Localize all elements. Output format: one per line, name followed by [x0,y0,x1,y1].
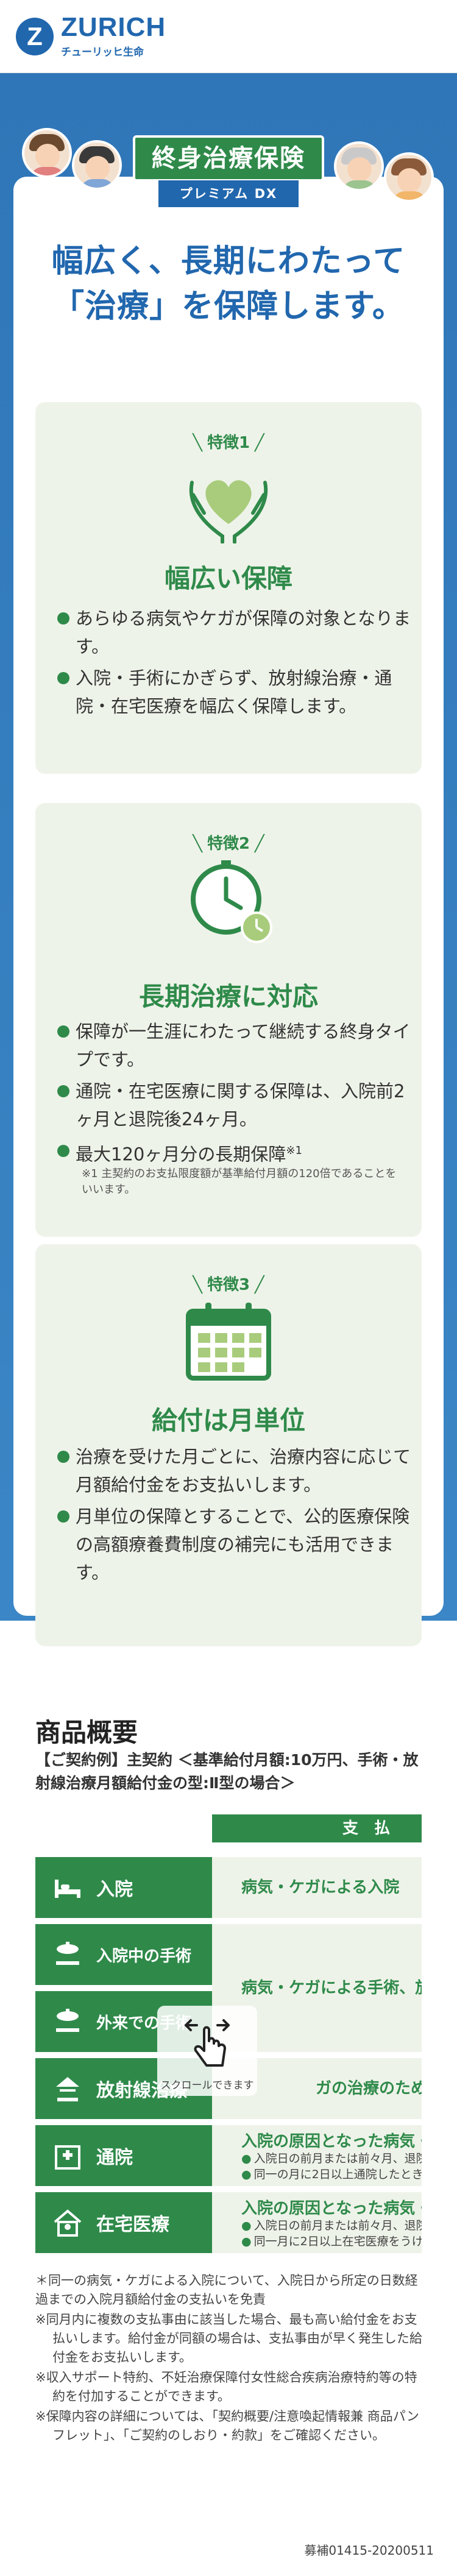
feature-label: ╲ 特徴1 ╱ [193,434,264,452]
cell-sub: 同一月に2日以上在宅医療をうけたと [241,2234,422,2249]
avatar-icon [22,128,72,178]
feature-title: 給付は月単位 [151,1406,305,1435]
table-cell: 入院の原因となった病気・ 入院日の前月または前々月、退院日 同一の月に2日以上通… [212,2125,422,2186]
footnote-mark: ※1 [286,1144,302,1157]
calendar-icon [186,1303,271,1381]
table-cell: 病気・ケガによる入院 [212,1857,422,1918]
feature-title: 長期治療に対応 [138,982,318,1011]
feature-label: ╲ 特徴3 ╱ [193,1276,264,1294]
bullet-item: 最大120ヶ月分の長期保障※1 [54,1137,413,1169]
table-row-outpatient: 通院 [35,2125,230,2186]
cell-sub: 同一の月に2日以上通院したとき [241,2167,422,2182]
row-label: 通院 [96,2147,133,2168]
footnote: ※収入サポート特約、不妊治療保障付女性総合疾病治療特約等の特約を付加することがで… [35,2370,417,2404]
footnotes: ＊同一の病気・ケガによる入院について、入院日から所定の日数経過までの入院月額給付… [35,2271,425,2446]
table-cell: 入院の原因となった病気・ 入院日の前月または前々月、退院日 同一月に2日以上在宅… [212,2192,422,2253]
feature-bullets: あらゆる病気やケガが保障の対象となります。 入院・手術にかぎらず、放射線治療・通… [54,604,413,724]
page: Z ZURICH チューリッヒ生命 終身治療保険 プレミアム DX 幅広く、長期… [0,0,457,2576]
cell-sub: 入院日の前月または前々月、退院日 [241,2151,422,2167]
logo-text[interactable]: ZURICH チューリッヒ生命 [61,12,166,59]
surgery-lamp-icon [56,2009,79,2032]
feature-card-3: ╲ 特徴3 ╱ 給付は月単位 治療を受けた月ごとに、治療内容に応じて月額給付金をお支… [35,1244,422,1646]
brand-subtitle: チューリッヒ生命 [61,46,144,58]
cell-sub: 入院日の前月または前々月、退院日 [241,2218,422,2234]
product-name: 終身治療保険 [133,135,324,182]
footnote: ※保障内容の詳細については、「契約概要/注意喚起情報兼 商品パンフレット」、「ご… [35,2409,419,2443]
brand-name: ZURICH [61,12,166,42]
bullet-item: 月単位の保障とすることで、公的医療保険の高額療養費制度の補完にも活用できます。 [54,1502,413,1587]
footnote: ※同月内に複数の支払事由に該当した場合、最も高い給付金をお支払いします。給付金が… [35,2312,422,2365]
bed-icon [55,1880,80,1898]
swipe-hand-icon [185,2019,230,2067]
logo-letter: Z [27,21,43,51]
hero-headline: 幅広く、長期にわたって 「治療」を保障します。 [13,239,444,329]
scroll-hint-text: スクロールできます [160,2079,254,2092]
headline-line-2: 「治療」を保障します。 [52,288,405,325]
hospital-icon [55,2145,80,2170]
avatar-icon [384,152,434,202]
bullet-item: 入院・手術にかぎらず、放射線治療・通院・在宅医療を幅広く保障します。 [54,664,413,720]
cell-title: 入院の原因となった病気・ [241,2199,422,2218]
bullet-item: 保障が一生涯にわたって継続する終身タイプです。 [54,1017,413,1074]
overview-description: 【ご契約例】主契約 ＜基準給付月額:10万円、手術・放射線治療月額給付金の型:Ⅱ… [35,1751,419,1792]
feature-card-1: ╲ 特徴1 ╱ 幅広い保障 あらゆる病気やケガが保障の対象となります。 入院・手術に… [35,402,422,774]
home-care-icon [54,2209,82,2237]
surgery-lamp-icon [56,1942,79,1965]
avatar-icon [72,140,122,190]
feature-bullets: 保障が一生涯にわたって継続する終身タイプです。 通院・在宅医療に関する保障は、入… [54,1017,413,1172]
scroll-hint[interactable]: スクロールできます [157,2006,257,2096]
clock-icon [191,860,272,943]
bullet-item: 通院・在宅医療に関する保障は、入院前2ヶ月と退院後24ヶ月。 [54,1077,413,1133]
heart-hands-icon [189,480,268,543]
table-header: 支 払 [212,1814,422,1842]
radiation-icon [56,2077,79,2101]
product-variant: プレミアム DX [158,180,299,207]
overview-title: 商品概要 [35,1718,138,1747]
table-row-home-care: 在宅医療 [35,2192,230,2253]
row-label: 入院中の手術 [96,1947,192,1966]
feature-label: ╲ 特徴2 ╱ [193,835,264,853]
feature-bullets: 治療を受けた月ごとに、治療内容に応じて月額給付金をお支払いします。 月単位の保障… [54,1443,413,1590]
feature-title: 幅広い保障 [164,564,292,593]
row-label: 入院 [96,1879,133,1900]
footnote: ＊同一の病気・ケガによる入院について、入院日から所定の日数経過までの入院月額給付… [35,2273,418,2307]
site-header: Z ZURICH チューリッヒ生命 [0,0,457,73]
avatar-icon [334,141,384,191]
table-row-inpatient-surgery: 入院中の手術 [35,1924,230,1985]
headline-line-1: 幅広く、長期にわたって [51,243,406,280]
feature-card-2: ╲ 特徴2 ╱ 長期治療に対応 保障が一生涯にわたって継続する終身タイプです。 通院… [35,803,422,1237]
row-label: 在宅医療 [96,2214,169,2235]
table-row-hospitalization: 入院 [35,1857,230,1918]
bullet-item: 治療を受けた月ごとに、治療内容に応じて月額給付金をお支払いします。 [54,1443,413,1499]
cell-title: 入院の原因となった病気・ [241,2132,422,2151]
zurich-logo-icon[interactable]: Z [16,17,54,55]
bullet-item: あらゆる病気やケガが保障の対象となります。 [54,604,413,660]
approval-number: 募補01415-20200511 [304,2543,434,2558]
feature-note: ※1 主契約のお支払限度額が基準給付月額の120倍であることをいいます。 [82,1167,397,1196]
